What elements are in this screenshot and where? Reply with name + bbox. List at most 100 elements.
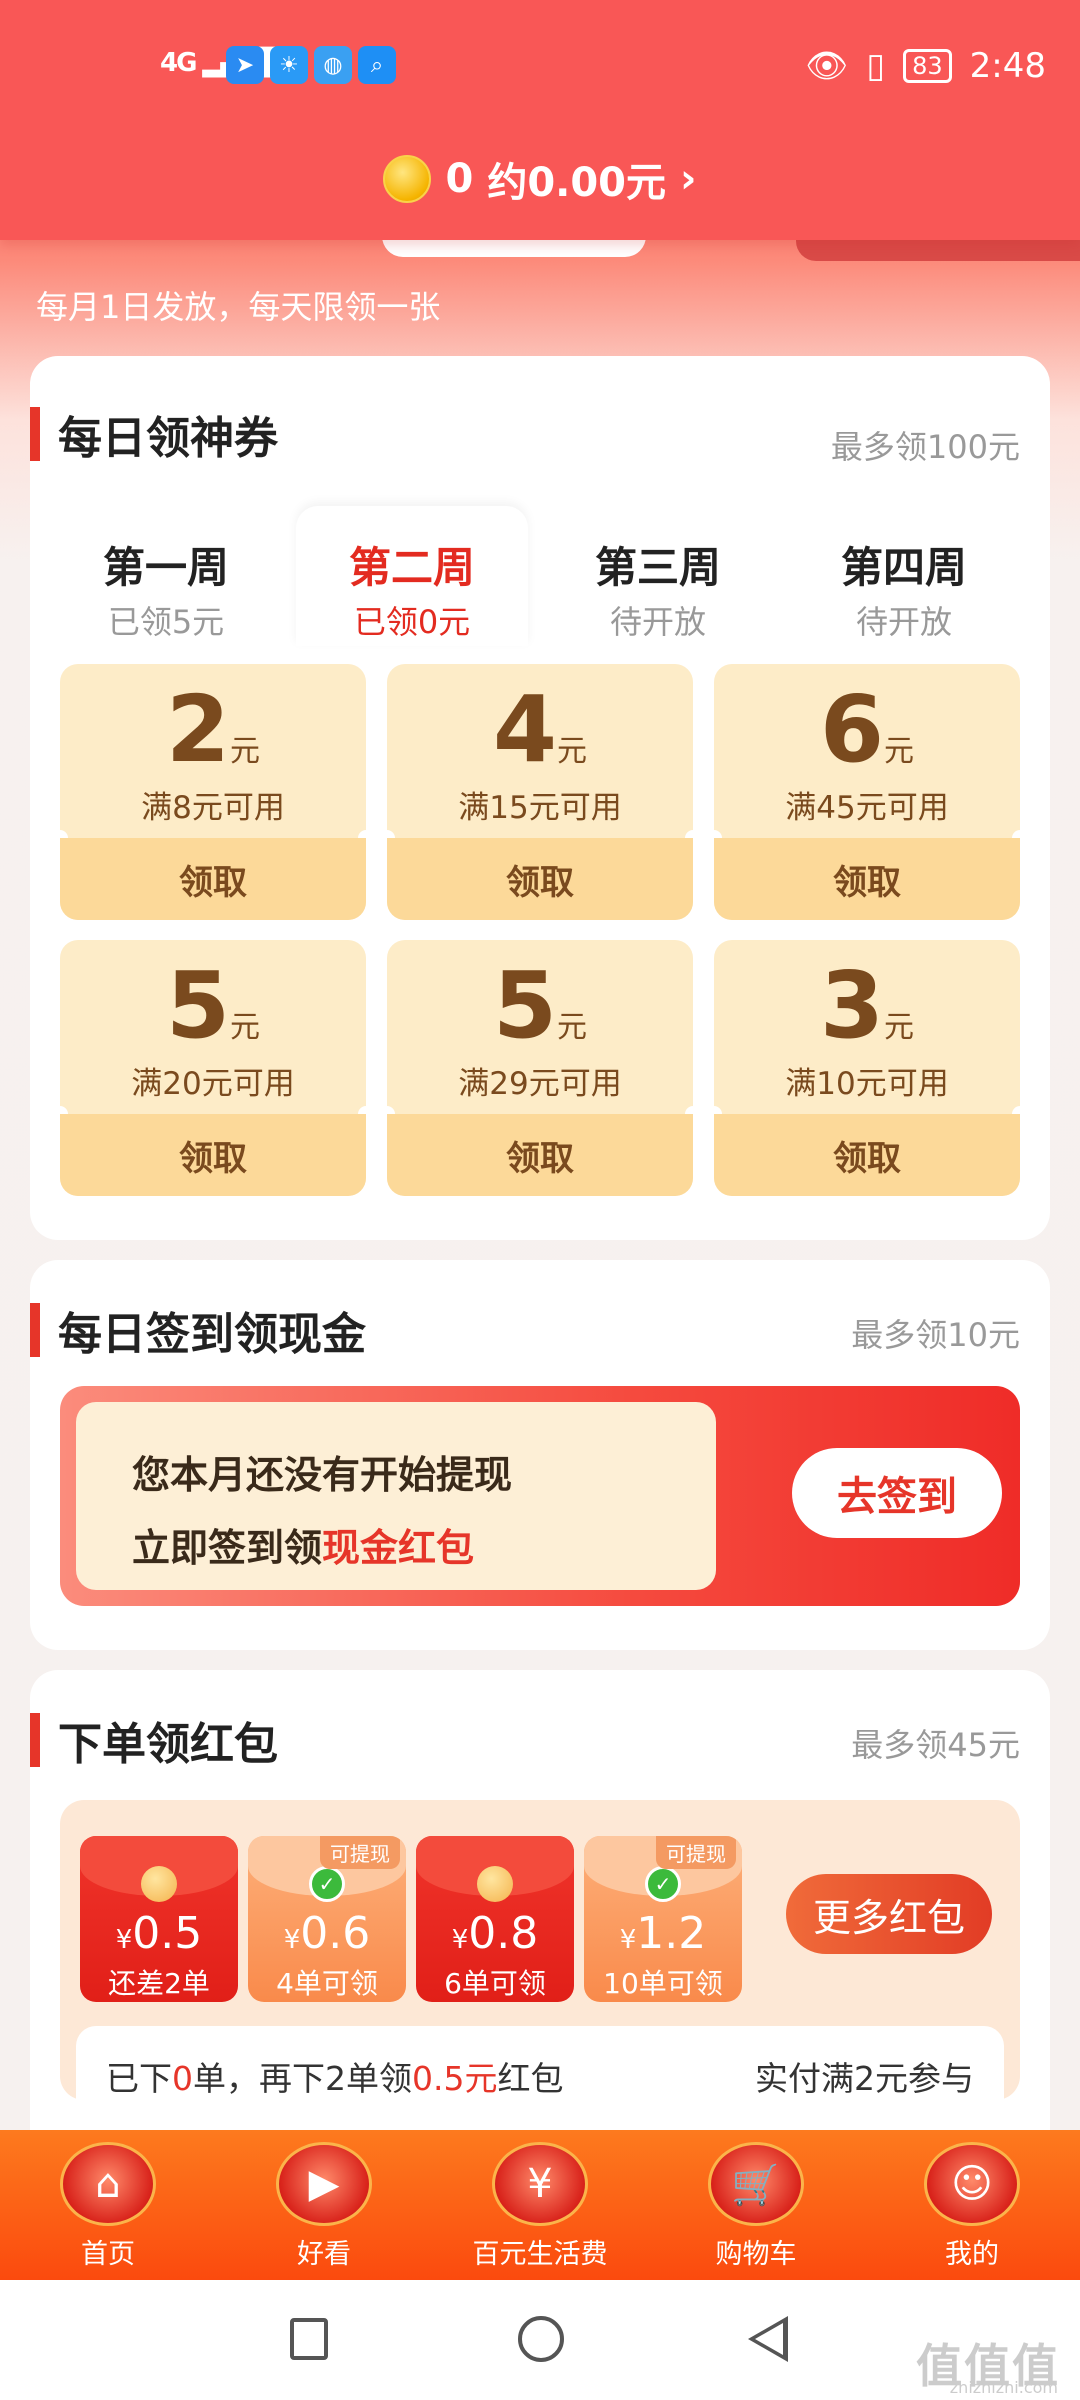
tab-week-2[interactable]: 第二周 已领0元: [296, 506, 528, 646]
tab-title: 第四周: [840, 543, 967, 592]
claim-button[interactable]: 领取: [60, 1114, 366, 1196]
packet-value: ¥0.5: [115, 1908, 203, 1959]
section-note: 最多领45元: [851, 1726, 1020, 1764]
redpacket-item[interactable]: ¥0.8 6单可领: [416, 1836, 574, 2002]
coin-seal-icon: [477, 1866, 513, 1902]
tab-week-1[interactable]: 第一周 已领5元: [50, 506, 282, 646]
wechat-icon: ✓: [645, 1866, 681, 1902]
coupon-amount: 6元: [819, 676, 914, 783]
battery-indicator: 83: [903, 49, 952, 83]
status-bar: 4G ▂▄▆█ ➤ ☀ ◍ ⌕ 👁 ▯ 83 2:48: [0, 40, 1080, 96]
gold-coin-icon: [383, 155, 432, 203]
coupon-amount: 5元: [492, 952, 587, 1059]
coupon-condition: 满20元可用: [131, 1066, 295, 1102]
withdrawable-tag: 可提现: [656, 1836, 736, 1869]
coin-value: 约0.00元: [487, 160, 667, 206]
coupon-card: 3元 满10元可用 领取: [714, 940, 1020, 1196]
tab-status: 已领5元: [107, 603, 225, 641]
coupon-card: 2元 满8元可用 领取: [60, 664, 366, 920]
clock: 2:48: [969, 46, 1046, 86]
daily-coupon-card: 每日领神券 最多领100元 第一周 已领5元 第二周 已领0元 第三周 待开放 …: [30, 356, 1050, 1240]
status-right: 👁 ▯ 83 2:48: [805, 46, 1046, 86]
profile-icon: ☺: [924, 2142, 1020, 2226]
nav-video[interactable]: ▶ 好看: [254, 2142, 394, 2271]
coupon-amount: 2元: [165, 676, 260, 783]
title-accent-bar: [30, 407, 40, 461]
claim-button[interactable]: 领取: [714, 838, 1020, 920]
section-note: 最多领100元: [830, 428, 1020, 466]
signin-card: 每日签到领现金 最多领10元 您本月还没有开始提现 立即签到领现金红包 去签到: [30, 1260, 1050, 1650]
packet-label: 4单可领: [276, 1967, 378, 2000]
signin-message: 您本月还没有开始提现 立即签到领现金红包: [76, 1402, 716, 1590]
section-title: 下单领红包: [30, 1712, 278, 1770]
coin-count: 0: [445, 156, 474, 202]
signin-banner: 您本月还没有开始提现 立即签到领现金红包 去签到: [60, 1386, 1020, 1606]
withdrawable-tag: 可提现: [320, 1836, 400, 1869]
signin-line-1: 您本月还没有开始提现: [132, 1453, 513, 1497]
packet-value: ¥1.2: [619, 1908, 707, 1959]
coin-seal-icon: [141, 1866, 177, 1902]
signin-line-2: 立即签到领现金红包: [132, 1526, 475, 1570]
claim-button[interactable]: 领取: [387, 838, 693, 920]
watermark-site: zhizhizhi.com: [949, 2378, 1058, 2397]
claim-button[interactable]: 领取: [714, 1114, 1020, 1196]
section-title: 每日签到领现金: [30, 1302, 366, 1360]
signin-button[interactable]: 去签到: [792, 1448, 1002, 1538]
tab-status: 待开放: [609, 603, 706, 641]
redpacket-item[interactable]: ✓ 可提现 ¥0.6 4单可领: [248, 1836, 406, 2002]
nav-home[interactable]: ⌂ 首页: [38, 2142, 178, 2271]
coupon-card: 6元 满45元可用 领取: [714, 664, 1020, 920]
nav-label: 好看: [297, 2239, 351, 2270]
order-redpacket-card: 下单领红包 最多领45元 ¥0.5 还差2单 ✓ 可提现 ¥0.6 4单可领 ¥…: [30, 1670, 1050, 2140]
coupon-card: 5元 满20元可用 领取: [60, 940, 366, 1196]
coupon-amount: 3元: [819, 952, 914, 1059]
packet-value: ¥0.8: [451, 1908, 539, 1959]
tab-title: 第二周: [348, 543, 475, 592]
nav-living-allowance[interactable]: ¥ 百元生活费: [470, 2142, 610, 2271]
title-accent-bar: [30, 1713, 40, 1767]
yuan-icon: ¥: [492, 2142, 588, 2226]
packet-label: 还差2单: [108, 1967, 210, 2000]
bottom-nav: ⌂ 首页 ▶ 好看 ¥ 百元生活费 🛒 购物车 ☺ 我的: [0, 2130, 1080, 2280]
redpacket-list: ¥0.5 还差2单 ✓ 可提现 ¥0.6 4单可领 ¥0.8 6单可领 ✓ 可提…: [60, 1800, 1020, 2116]
coupon-amount: 4元: [492, 676, 587, 783]
redpacket-item[interactable]: ✓ 可提现 ¥1.2 10单可领: [584, 1836, 742, 2002]
tab-week-4[interactable]: 第四周 待开放: [788, 506, 1020, 646]
tab-week-3[interactable]: 第三周 待开放: [542, 506, 774, 646]
tab-status: 已领0元: [353, 603, 471, 641]
week-tabs: 第一周 已领5元 第二周 已领0元 第三周 待开放 第四周 待开放: [50, 506, 1030, 646]
claim-button[interactable]: 领取: [60, 838, 366, 920]
packet-value: ¥0.6: [283, 1908, 371, 1959]
eye-icon: 👁: [805, 46, 849, 86]
coupon-condition: 满8元可用: [141, 790, 285, 826]
coupon-amount: 5元: [165, 952, 260, 1059]
order-requirement: 实付满2元参与: [755, 2059, 974, 2098]
section-note: 最多领10元: [851, 1316, 1020, 1354]
tab-title: 第三周: [594, 543, 721, 592]
nav-label: 我的: [945, 2239, 999, 2270]
order-progress: 已下0单，再下2单领0.5元红包 实付满2元参与: [76, 2026, 1004, 2116]
more-redpackets-button[interactable]: 更多红包: [786, 1874, 992, 1954]
chevron-right-icon: ›: [680, 156, 697, 202]
hero-subtitle: 每月1日发放，每天限领一张: [36, 288, 441, 326]
weather-icon: ☀: [270, 46, 308, 84]
wechat-icon: ✓: [309, 1866, 345, 1902]
redpacket-item[interactable]: ¥0.5 还差2单: [80, 1836, 238, 2002]
claim-button[interactable]: 领取: [387, 1114, 693, 1196]
browser-icon: ◍: [314, 46, 352, 84]
nav-cart[interactable]: 🛒 购物车: [686, 2142, 826, 2271]
home-button-icon[interactable]: [518, 2316, 564, 2362]
nav-label: 百元生活费: [472, 2239, 608, 2270]
search-app-icon: ⌕: [358, 46, 396, 84]
nav-profile[interactable]: ☺ 我的: [902, 2142, 1042, 2271]
coupon-card: 4元 满15元可用 领取: [387, 664, 693, 920]
vibrate-icon: ▯: [866, 46, 886, 86]
coupon-condition: 满45元可用: [785, 790, 949, 826]
back-icon[interactable]: [748, 2316, 788, 2362]
cart-icon: 🛒: [708, 2142, 804, 2226]
video-icon: ▶: [276, 2142, 372, 2226]
recents-icon[interactable]: [290, 2318, 328, 2360]
coupon-condition: 满29元可用: [458, 1066, 622, 1102]
coin-balance[interactable]: 0 约0.00元 ›: [0, 150, 1080, 208]
section-title: 每日领神券: [30, 406, 278, 464]
